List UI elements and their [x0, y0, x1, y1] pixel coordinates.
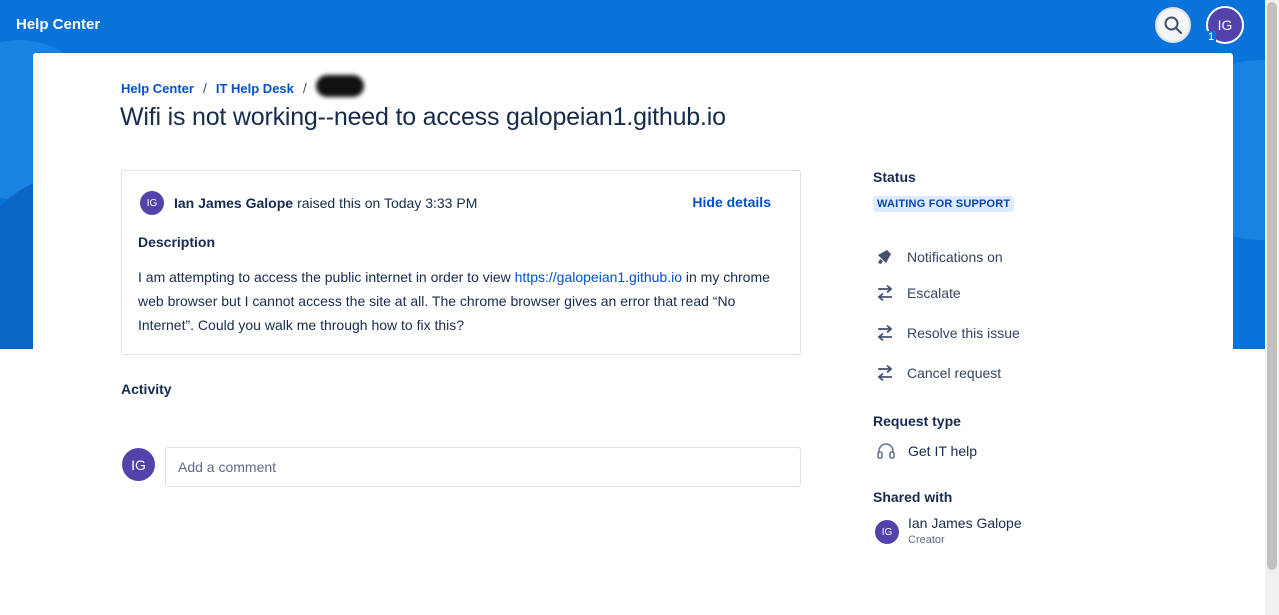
description-link[interactable]: https://galopeian1.github.io	[515, 269, 682, 285]
request-details-panel: IG Ian James Galope raised this on Today…	[121, 170, 801, 355]
notifications-label: Notifications on	[907, 249, 1003, 265]
breadcrumb-help-center[interactable]: Help Center	[121, 81, 194, 96]
shared-user-name: Ian James Galope	[908, 515, 1022, 531]
page-scrollbar[interactable]	[1265, 0, 1279, 615]
escalate-action[interactable]: Escalate	[875, 283, 961, 303]
notifications-toggle[interactable]: Notifications on	[875, 247, 1003, 267]
request-type-label: Request type	[873, 413, 961, 429]
top-navigation: Help Center IG 1	[0, 0, 1265, 52]
description-label: Description	[138, 234, 216, 250]
cancel-request-label: Cancel request	[907, 365, 1002, 381]
help-center-logo[interactable]: Help Center	[16, 16, 100, 33]
breadcrumb-separator: /	[302, 80, 307, 96]
notification-count: 1	[1206, 31, 1217, 44]
resolve-action[interactable]: Resolve this issue	[875, 323, 1020, 343]
request-type: Get IT help	[876, 441, 977, 461]
redacted-request-key	[315, 75, 364, 97]
cancel-request-action[interactable]: Cancel request	[875, 363, 1001, 383]
activity-heading: Activity	[121, 381, 172, 397]
description-text-start: I am attempting to access the public int…	[138, 269, 515, 285]
breadcrumb-it-help-desk[interactable]: IT Help Desk	[216, 81, 294, 96]
search-icon	[1164, 16, 1183, 35]
shared-user-avatar: IG	[875, 520, 899, 544]
commenter-avatar: IG	[122, 448, 155, 481]
breadcrumb-separator: /	[202, 80, 207, 96]
request-type-value: Get IT help	[908, 443, 978, 459]
escalate-label: Escalate	[907, 285, 961, 301]
transition-arrows-icon	[875, 363, 895, 383]
transition-arrows-icon	[875, 283, 895, 303]
shared-with-label: Shared with	[873, 489, 953, 505]
resolve-label: Resolve this issue	[907, 325, 1020, 341]
headset-icon	[876, 441, 896, 461]
comment-input[interactable]	[165, 447, 801, 487]
scrollbar-thumb[interactable]	[1267, 2, 1277, 570]
raised-timestamp: raised this on Today 3:33 PM	[297, 195, 478, 211]
description-text: I am attempting to access the public int…	[138, 265, 783, 337]
shared-user-role: Creator	[908, 534, 945, 546]
status-badge: WAITING FOR SUPPORT	[873, 196, 1015, 212]
status-label: Status	[873, 169, 916, 185]
request-raised-line: IG Ian James Galope raised this on Today…	[140, 191, 477, 215]
shared-with-user: IG Ian James Galope Creator	[875, 515, 1022, 546]
megaphone-icon	[875, 247, 895, 267]
hide-details-button[interactable]: Hide details	[692, 194, 771, 210]
page-title: Wifi is not working--need to access galo…	[120, 103, 726, 131]
transition-arrows-icon	[875, 323, 895, 343]
reporter-avatar: IG	[140, 191, 164, 215]
reporter-name: Ian James Galope	[174, 195, 294, 211]
breadcrumb: Help Center / IT Help Desk /	[121, 75, 364, 97]
search-button[interactable]	[1155, 7, 1191, 43]
